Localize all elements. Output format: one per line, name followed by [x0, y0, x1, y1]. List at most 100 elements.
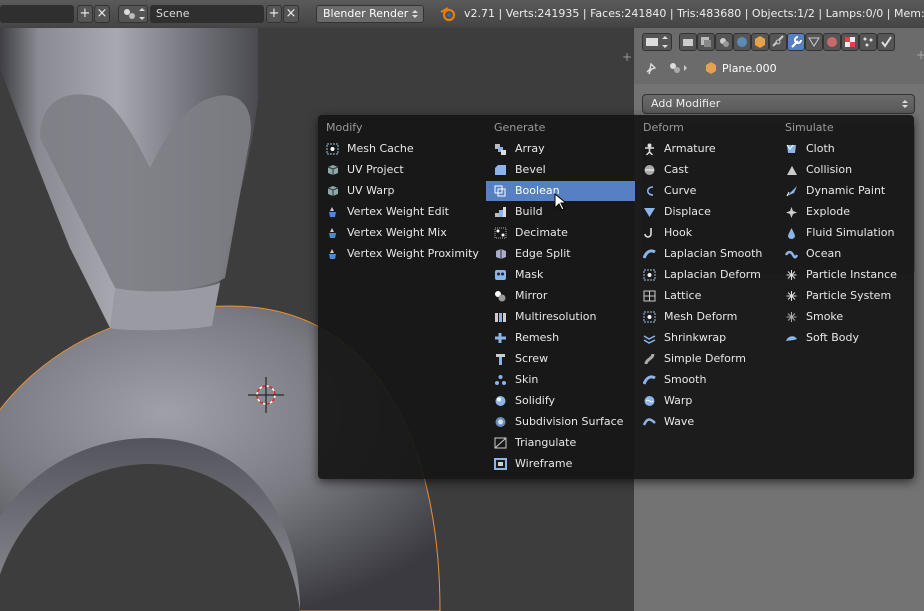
physics-tab[interactable] [877, 33, 895, 51]
menu-item-array[interactable]: Array [486, 139, 635, 159]
menu-item-label: Smooth [664, 373, 707, 386]
menu-item-mirror[interactable]: Mirror [486, 286, 635, 306]
menu-item-label: Solidify [515, 394, 556, 407]
world-tab[interactable] [733, 33, 751, 51]
render-tab[interactable] [679, 33, 697, 51]
material-tab[interactable] [823, 33, 841, 51]
menu-item-hook[interactable]: Hook [635, 223, 777, 243]
menu-item-label: Cast [664, 163, 689, 176]
screw-icon [496, 354, 505, 365]
soft-body-icon [786, 336, 797, 341]
menu-item-label: Dynamic Paint [806, 184, 886, 197]
particles-tab[interactable] [859, 33, 877, 51]
menu-item-cloth[interactable]: Cloth [777, 139, 914, 159]
menu-item-bevel[interactable]: Bevel [486, 160, 635, 180]
menu-item-uv-project[interactable]: UV Project [318, 160, 486, 180]
menu-item-fluid-simulation[interactable]: Fluid Simulation [777, 223, 914, 243]
texture-tab[interactable] [841, 33, 859, 51]
subsurf-icon [495, 417, 506, 427]
menu-item-smooth[interactable]: Smooth [635, 370, 777, 390]
menu-item-cast[interactable]: Cast [635, 160, 777, 180]
menu-item-mask[interactable]: Mask [486, 265, 635, 285]
menu-item-vertex-weight-edit[interactable]: Vertex Weight Edit [318, 202, 486, 222]
area-split-plus-icon[interactable]: + [916, 48, 924, 62]
updown-arrow-icon [412, 10, 418, 18]
constraints-tab[interactable] [769, 33, 787, 51]
menu-item-vertex-weight-mix[interactable]: Vertex Weight Mix [318, 223, 486, 243]
menu-item-soft-body[interactable]: Soft Body [777, 328, 914, 348]
fluid-icon [788, 228, 795, 239]
area-split-plus-icon[interactable]: + [622, 50, 632, 64]
menu-item-uv-warp[interactable]: UV Warp [318, 181, 486, 201]
scene-selector-button[interactable] [118, 5, 148, 23]
menu-item-shrinkwrap[interactable]: Shrinkwrap [635, 328, 777, 348]
menu-item-label: Curve [664, 184, 697, 197]
add-modifier-dropdown[interactable]: Add Modifier [642, 94, 915, 114]
ocean-icon [785, 250, 798, 259]
menu-item-laplacian-deform[interactable]: Laplacian Deform [635, 265, 777, 285]
menu-item-triangulate[interactable]: Triangulate [486, 433, 635, 453]
menu-item-smoke[interactable]: Smoke [777, 307, 914, 327]
warp-icon [644, 396, 655, 406]
editor-type-button[interactable] [642, 33, 672, 51]
menu-item-label: Remesh [515, 331, 560, 344]
menu-item-subdivision-surface[interactable]: Subdivision Surface [486, 412, 635, 432]
modifiers-tab[interactable] [787, 33, 805, 51]
menu-item-ocean[interactable]: Ocean [777, 244, 914, 264]
menu-item-mesh-deform[interactable]: Mesh Deform [635, 307, 777, 327]
properties-header: + Plane.000 [634, 28, 924, 84]
menu-item-displace[interactable]: Displace [635, 202, 777, 222]
screen-layout-field[interactable] [0, 5, 74, 23]
menu-item-curve[interactable]: Curve [635, 181, 777, 201]
menu-item-edge-split[interactable]: Edge Split [486, 244, 635, 264]
menu-item-label: Subdivision Surface [515, 415, 624, 428]
explode-icon [786, 207, 797, 218]
menu-item-label: Laplacian Deform [664, 268, 761, 281]
menu-item-label: Explode [806, 205, 850, 218]
menu-item-lattice[interactable]: Lattice [635, 286, 777, 306]
add-scene-button[interactable]: + [266, 5, 282, 23]
menu-item-wave[interactable]: Wave [635, 412, 777, 432]
menu-item-label: Boolean [515, 184, 560, 197]
menu-item-wireframe[interactable]: Wireframe [486, 454, 635, 474]
menu-item-mesh-cache[interactable]: Mesh Cache [318, 139, 486, 159]
menu-item-laplacian-smooth[interactable]: Laplacian Smooth [635, 244, 777, 264]
menu-item-armature[interactable]: Armature [635, 139, 777, 159]
remove-layout-button[interactable]: × [94, 5, 110, 23]
menu-item-collision[interactable]: Collision [777, 160, 914, 180]
menu-item-particle-system[interactable]: Particle System [777, 286, 914, 306]
scene-tab[interactable] [715, 33, 733, 51]
object-icon [755, 36, 765, 48]
world-icon [737, 37, 747, 47]
mouse-pointer-icon [554, 193, 566, 211]
particles-icon [863, 37, 873, 47]
menu-item-label: Fluid Simulation [806, 226, 895, 239]
menu-item-screw[interactable]: Screw [486, 349, 635, 369]
menu-item-skin[interactable]: Skin [486, 370, 635, 390]
menu-item-vertex-weight-proximity[interactable]: Vertex Weight Proximity [318, 244, 486, 264]
object-tab[interactable] [751, 33, 769, 51]
texture-icon [845, 37, 855, 47]
menu-item-warp[interactable]: Warp [635, 391, 777, 411]
scene-icon [124, 8, 145, 20]
menu-item-particle-instance[interactable]: Particle Instance [777, 265, 914, 285]
menu-item-dynamic-paint[interactable]: Dynamic Paint [777, 181, 914, 201]
remove-scene-button[interactable]: × [283, 5, 299, 23]
menu-item-explode[interactable]: Explode [777, 202, 914, 222]
pin-icon[interactable] [644, 61, 658, 75]
menu-item-solidify[interactable]: Solidify [486, 391, 635, 411]
menu-item-decimate[interactable]: Decimate [486, 223, 635, 243]
scene-name-field[interactable]: Scene [150, 5, 264, 23]
add-layout-button[interactable]: + [77, 5, 93, 23]
data-tab[interactable] [805, 33, 823, 51]
menu-item-label: Bevel [515, 163, 546, 176]
vertex-weight-icon [329, 228, 336, 238]
menu-item-label: Hook [664, 226, 693, 239]
render-engine-dropdown[interactable]: Blender Render [316, 5, 424, 23]
render-layers-tab[interactable] [697, 33, 715, 51]
render-layers-icon [701, 37, 711, 47]
menu-item-remesh[interactable]: Remesh [486, 328, 635, 348]
decimate-icon [494, 227, 507, 239]
menu-item-multiresolution[interactable]: Multiresolution [486, 307, 635, 327]
menu-item-simple-deform[interactable]: Simple Deform [635, 349, 777, 369]
